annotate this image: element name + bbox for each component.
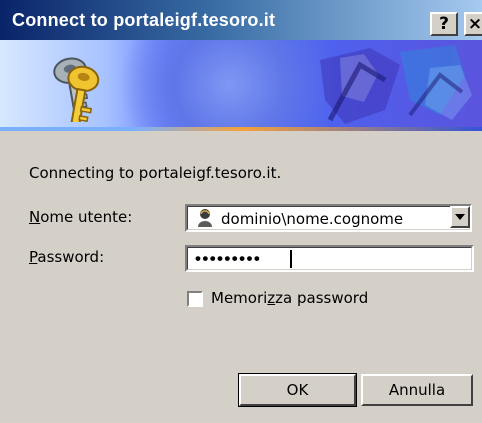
help-button[interactable]: ? bbox=[430, 12, 458, 36]
password-value[interactable]: ••••••••• bbox=[195, 249, 261, 269]
banner-art bbox=[320, 45, 472, 124]
username-label-text: ome utente: bbox=[40, 208, 133, 226]
dialog-banner bbox=[0, 40, 482, 130]
remember-password-checkbox[interactable] bbox=[187, 291, 203, 307]
username-label: Nome utente: bbox=[29, 208, 132, 226]
remember-password-label[interactable]: Memorizza password bbox=[211, 289, 368, 307]
cancel-button[interactable]: Annulla bbox=[361, 374, 473, 406]
remember-label-accesskey: z bbox=[267, 289, 276, 307]
username-dropdown-button[interactable] bbox=[450, 206, 470, 228]
username-value[interactable]: dominio\nome.cognome bbox=[221, 210, 403, 228]
user-icon bbox=[198, 209, 212, 227]
password-label: Password: bbox=[29, 248, 104, 266]
ok-button[interactable]: OK bbox=[238, 373, 357, 407]
window-title: Connect to portaleigf.tesoro.it bbox=[12, 10, 276, 30]
title-bar[interactable]: Connect to portaleigf.tesoro.it ? × bbox=[0, 0, 482, 40]
connection-message: Connecting to portaleigf.tesoro.it. bbox=[29, 164, 282, 182]
connect-dialog: Connect to portaleigf.tesoro.it ? × Conn… bbox=[0, 0, 482, 423]
username-label-accesskey: N bbox=[29, 208, 41, 226]
close-icon: × bbox=[467, 14, 482, 34]
password-label-text: assword: bbox=[37, 248, 105, 266]
username-combobox[interactable]: dominio\nome.cognome bbox=[185, 204, 472, 232]
help-icon: ? bbox=[439, 14, 449, 34]
cancel-button-label: Annulla bbox=[388, 381, 446, 399]
remember-label-part1: Memori bbox=[211, 289, 268, 307]
dropdown-arrow-icon bbox=[455, 214, 465, 220]
password-input[interactable]: ••••••••• bbox=[185, 245, 474, 272]
close-button[interactable]: × bbox=[464, 12, 482, 36]
text-caret bbox=[290, 250, 292, 268]
ok-button-label: OK bbox=[286, 381, 309, 399]
keys-icon bbox=[53, 57, 100, 122]
remember-label-part2: za password bbox=[275, 289, 369, 307]
